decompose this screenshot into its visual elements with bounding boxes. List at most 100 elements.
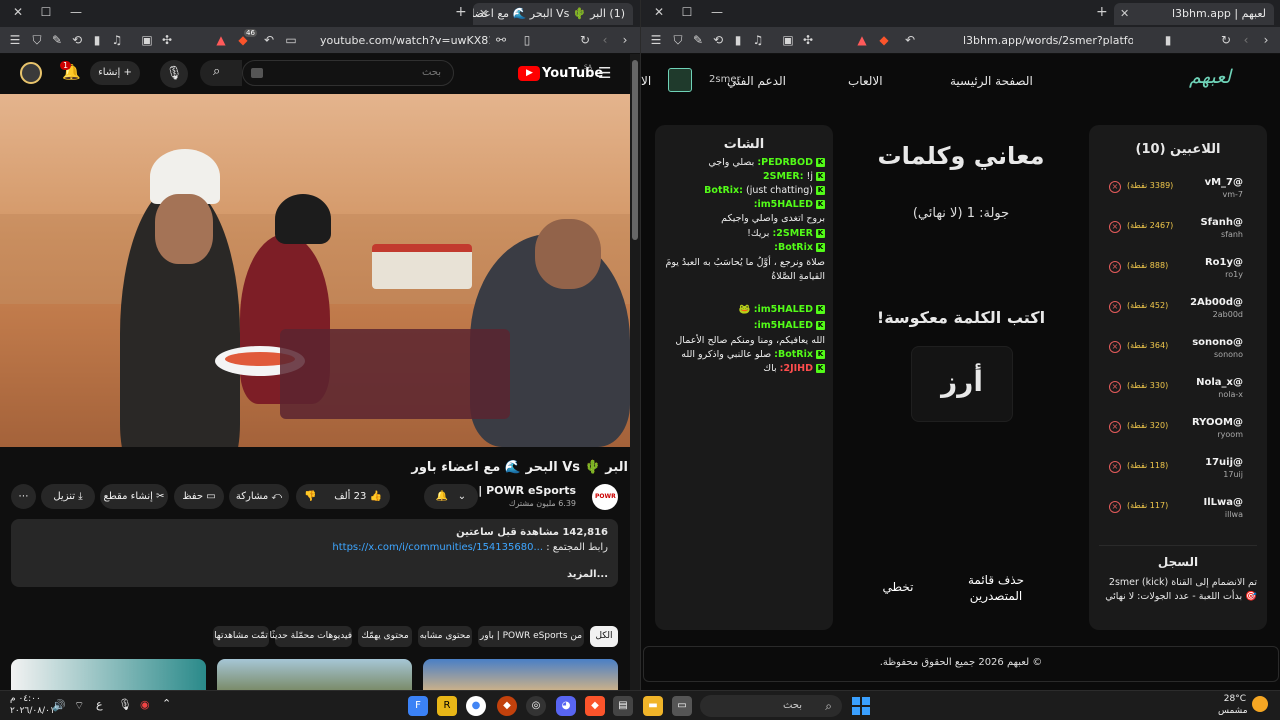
search-button[interactable]: ⌕ [200,60,242,86]
create-button[interactable]: إنشاء + [90,61,140,85]
related-video-thumbnail[interactable] [11,659,206,690]
like-button[interactable]: 👍 23 ألف [334,484,382,509]
refresh-icon[interactable]: ↻ [1219,33,1233,47]
triangle-icon[interactable]: ▲ [214,33,228,47]
remove-player-icon[interactable]: × [1109,461,1121,473]
menu-icon[interactable]: ☰ [8,33,22,47]
chrome-icon[interactable]: ● [466,696,486,716]
tab-l3bhm[interactable]: لعبهم | l3bhm.app ✕ [1114,3,1274,25]
community-link[interactable]: https://x.com/i/communities/154135680... [332,542,543,553]
nav-home[interactable]: الصفحة الرئيسية [950,74,1033,88]
wifi-icon[interactable]: ⌔ [74,699,84,713]
nav-more[interactable]: الا [641,74,651,88]
clock[interactable]: ٠٤:٠٠ م ٢٠٢٦/٠٨/٠١ [10,693,55,717]
save-button[interactable]: ▭ حفظ [174,484,224,509]
youtube-logo-icon[interactable]: ▶ [518,66,540,81]
app-icon[interactable]: ▤ [613,696,633,716]
hamburger-icon[interactable]: ☰ [598,64,611,82]
address-bar[interactable]: youtube.com/watch?v=uwKX81WsQng [320,31,490,51]
sidebar-icon[interactable]: ▮ [90,33,104,47]
share-button[interactable]: ⤺ مشاركة [229,484,289,509]
chevron-up-icon[interactable]: ⌃ [162,697,171,710]
music-icon[interactable]: ♫ [751,33,765,47]
cast-icon[interactable]: ▭ [284,33,298,47]
bookmark-icon[interactable]: ▯ [520,33,534,47]
close-window-icon[interactable]: ✕ [8,5,28,21]
taskbar-search[interactable]: بحث ⌕ [700,695,842,717]
remove-player-icon[interactable]: × [1109,501,1121,513]
scrollbar-thumb[interactable] [632,60,638,240]
shield-icon[interactable]: ⛉ [671,33,685,47]
tab-youtube[interactable]: (1) البر 🌵 Vs البحر 🌊 مع اعضاء ✕ [473,3,633,25]
video-player[interactable] [0,94,630,447]
minimize-icon[interactable]: — [66,5,86,21]
chip-all[interactable]: الكل [590,626,618,647]
puzzle-icon[interactable]: ✣ [160,33,174,47]
app-icon[interactable]: R [437,696,457,716]
discord-icon[interactable]: ◕ [556,696,576,716]
remove-player-icon[interactable]: × [1109,221,1121,233]
sidebar-icon[interactable]: ▮ [731,33,745,47]
avatar[interactable] [20,62,42,84]
remove-player-icon[interactable]: × [1109,181,1121,193]
related-video-thumbnail[interactable] [423,659,618,690]
forward-icon[interactable]: › [618,33,632,47]
reload-page-icon[interactable]: ↶ [903,33,917,47]
search-input[interactable]: بحث [242,60,454,86]
windows-start-icon[interactable] [852,697,870,715]
clip-button[interactable]: ✂ إنشاء مقطع [100,484,168,509]
dislike-icon[interactable]: 👎 [304,484,316,509]
remove-player-icon[interactable]: × [1109,381,1121,393]
description-box[interactable]: 142,816 مشاهدة قبل ساعتين رابط المجتمع :… [11,519,618,587]
language-indicator[interactable]: ع [96,698,103,711]
new-tab-button[interactable]: + [1096,4,1108,20]
puzzle-icon[interactable]: ✣ [801,33,815,47]
address-bar[interactable]: l3bhm.app/words/2smer?platform=kick [963,31,1133,51]
back-icon[interactable]: ‹ [598,33,612,47]
speaker-icon[interactable]: 🔊 [52,699,66,712]
close-window-icon[interactable]: ✕ [649,5,669,21]
chip-for-you[interactable]: محتوى يهمّك [358,626,412,647]
chip-recently-uploaded[interactable]: فيديوهات محمّلة حديثًا [270,626,352,647]
chip-watched[interactable]: تمّت مشاهدتها [213,626,269,647]
clear-leaderboard-button[interactable]: حذف قائمة المتصدرين [959,572,1033,604]
history-icon[interactable]: ⟲ [711,33,725,47]
screenshot-icon[interactable]: ▣ [140,33,154,47]
close-tab-icon[interactable]: ✕ [1120,7,1129,20]
remove-player-icon[interactable]: × [1109,341,1121,353]
extension-icon[interactable]: ✎ [50,33,64,47]
youtube-logo-text[interactable]: YouTube [542,66,603,81]
app-icon[interactable]: ◆ [497,696,517,716]
channel-avatar[interactable]: POWR [592,484,618,510]
skip-button[interactable]: تخطي [873,580,923,594]
extension-icon[interactable]: ✎ [691,33,705,47]
folder-icon[interactable]: ▬ [643,696,663,716]
remove-player-icon[interactable]: × [1109,301,1121,313]
remove-player-icon[interactable]: × [1109,421,1121,433]
remove-player-icon[interactable]: × [1109,261,1121,273]
more-options-icon[interactable]: ⋯ [11,484,36,509]
maximize-icon[interactable]: ☐ [677,5,697,21]
screenshot-icon[interactable]: ▣ [781,33,795,47]
bookmark-icon[interactable]: ▮ [1161,33,1175,47]
recording-icon[interactable]: ◉ [140,698,150,711]
site-logo[interactable]: لعبهم [1189,66,1231,88]
forward-icon[interactable]: › [1259,33,1273,47]
voice-search-icon[interactable]: 🎙 [160,60,188,88]
chip-from-channel[interactable]: من POWR eSports | باور [478,626,584,647]
back-icon[interactable]: ‹ [1239,33,1253,47]
minimize-icon[interactable]: — [707,5,727,21]
shield-icon[interactable]: ⛉ [30,33,44,47]
new-tab-button[interactable]: + [455,4,467,20]
reload-page-icon[interactable]: ↶ [262,33,276,47]
nav-games[interactable]: الالعاب [848,74,883,88]
triangle-icon[interactable]: ▲ [855,33,869,47]
weather-widget[interactable]: 28°C مشمس [1218,693,1248,717]
taskview-icon[interactable]: ▭ [672,696,692,716]
brave-shield-icon[interactable]: ◆ [877,33,891,47]
app-icon[interactable]: F [408,696,428,716]
maximize-icon[interactable]: ☐ [36,5,56,21]
music-icon[interactable]: ♫ [110,33,124,47]
download-button[interactable]: ⤓ تنزيل [41,484,95,509]
microphone-icon[interactable]: 🎙 [118,698,132,711]
